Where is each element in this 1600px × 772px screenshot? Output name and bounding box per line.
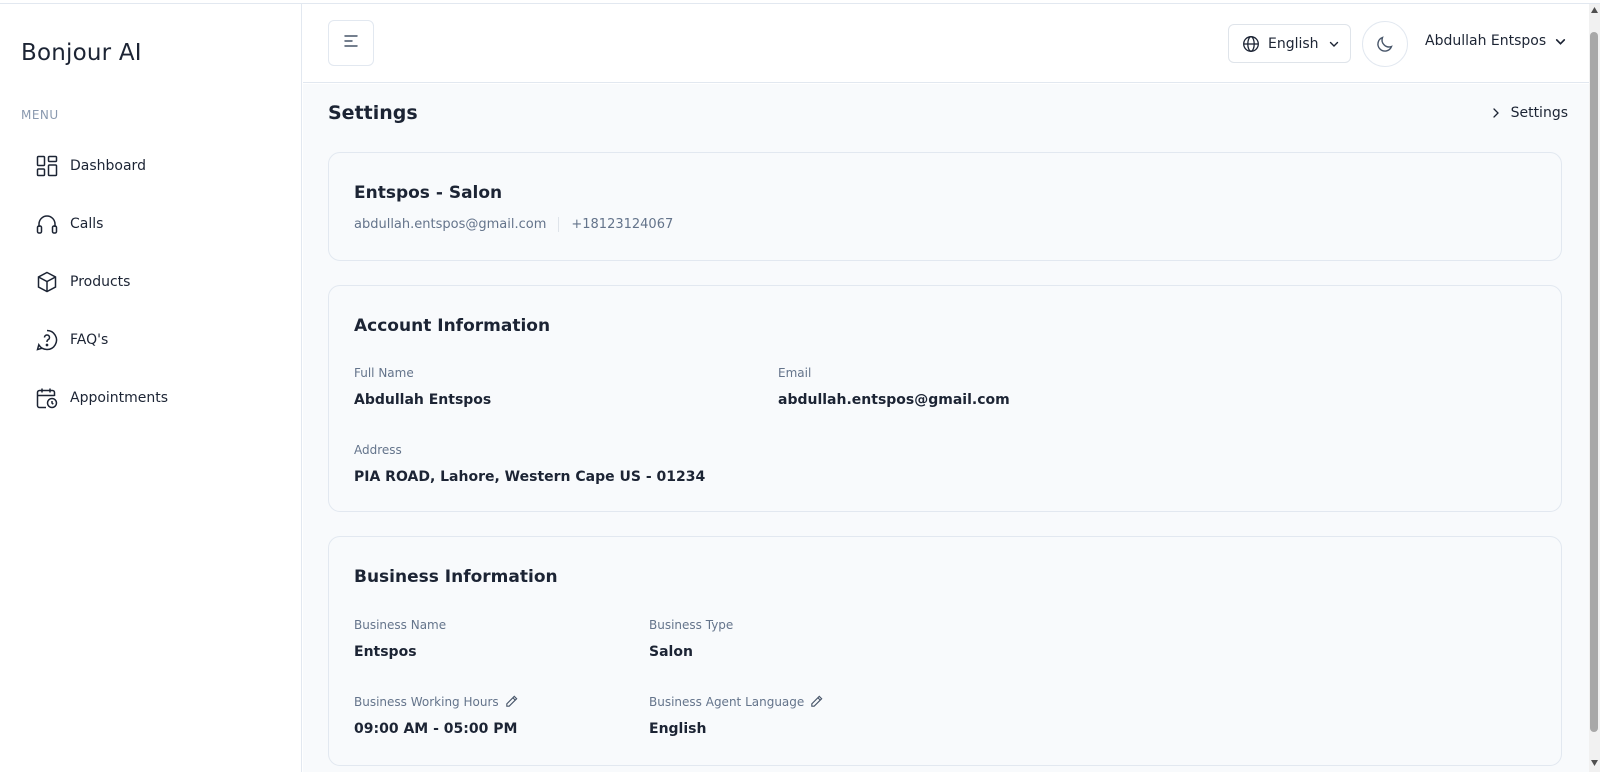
full-name-value: Abdullah Entspos bbox=[354, 392, 492, 408]
working-hours-label-row: Business Working Hours bbox=[354, 694, 519, 709]
edit-working-hours-button[interactable] bbox=[504, 694, 519, 709]
agent-language-label-row: Business Agent Language bbox=[649, 694, 824, 709]
address-label: Address bbox=[354, 443, 402, 457]
sidebar-nav: Dashboard Calls Products FAQ's Appointme… bbox=[21, 137, 291, 427]
dashboard-grid-icon bbox=[34, 153, 60, 179]
page-scrollbar[interactable] bbox=[1589, 4, 1600, 772]
address-value: PIA ROAD, Lahore, Western Cape US - 0123… bbox=[354, 469, 706, 485]
breadcrumb: Settings bbox=[1491, 105, 1568, 121]
business-profile-title: Entspos - Salon bbox=[354, 183, 503, 203]
brand-logo[interactable]: Bonjour AI bbox=[21, 40, 142, 66]
question-circle-icon bbox=[34, 327, 60, 353]
sidebar: Bonjour AI MENU Dashboard Calls Products… bbox=[0, 4, 302, 772]
sidebar-item-products[interactable]: Products bbox=[21, 253, 291, 311]
page-title: Settings bbox=[328, 102, 418, 124]
profile-contact: abdullah.entspos@gmail.com +18123124067 bbox=[354, 217, 673, 232]
menu-label: MENU bbox=[21, 108, 59, 122]
chevron-down-icon bbox=[1328, 38, 1340, 50]
address-field: Address PIA ROAD, Lahore, Western Cape U… bbox=[354, 443, 705, 485]
working-hours-value: 09:00 AM - 05:00 PM bbox=[354, 721, 518, 737]
scroll-down-arrow-icon[interactable] bbox=[1589, 759, 1600, 769]
edit-agent-language-button[interactable] bbox=[809, 694, 824, 709]
app-window: Bonjour AI MENU Dashboard Calls Products… bbox=[0, 3, 1600, 772]
profile-phone: +18123124067 bbox=[571, 217, 674, 232]
moon-icon bbox=[1375, 34, 1395, 54]
scroll-up-arrow-icon[interactable] bbox=[1589, 6, 1600, 16]
profile-email: abdullah.entspos@gmail.com bbox=[354, 217, 547, 232]
globe-icon bbox=[1242, 35, 1260, 53]
sidebar-item-dashboard[interactable]: Dashboard bbox=[21, 137, 291, 195]
business-information-heading: Business Information bbox=[354, 567, 558, 587]
headset-icon bbox=[34, 211, 60, 237]
email-label: Email bbox=[778, 366, 812, 380]
breadcrumb-current[interactable]: Settings bbox=[1511, 105, 1568, 121]
user-menu[interactable]: Abdullah Entspos bbox=[1425, 33, 1567, 49]
sidebar-item-calls[interactable]: Calls bbox=[21, 195, 291, 253]
chevron-right-icon bbox=[1491, 107, 1501, 119]
user-name: Abdullah Entspos bbox=[1425, 33, 1547, 49]
business-type-field: Business Type Salon bbox=[649, 618, 733, 660]
business-name-label: Business Name bbox=[354, 618, 447, 632]
business-name-value: Entspos bbox=[354, 644, 417, 660]
sidebar-item-label: FAQ's bbox=[70, 332, 109, 348]
dark-mode-toggle[interactable] bbox=[1362, 21, 1408, 67]
box-icon bbox=[34, 269, 60, 295]
profile-card: Entspos - Salon abdullah.entspos@gmail.c… bbox=[328, 152, 1562, 261]
scrollbar-thumb[interactable] bbox=[1590, 32, 1598, 732]
top-header: English Abdullah Entspos bbox=[303, 4, 1589, 83]
main-content: Settings Settings Entspos - Salon abdull… bbox=[303, 84, 1589, 772]
chevron-down-icon bbox=[1554, 35, 1567, 48]
business-name-field: Business Name Entspos bbox=[354, 618, 446, 660]
sidebar-item-faqs[interactable]: FAQ's bbox=[21, 311, 291, 369]
email-value: abdullah.entspos@gmail.com bbox=[778, 392, 1010, 408]
business-type-label: Business Type bbox=[649, 618, 734, 632]
full-name-field: Full Name Abdullah Entspos bbox=[354, 366, 491, 408]
language-select[interactable]: English bbox=[1228, 24, 1351, 63]
agent-language-label: Business Agent Language bbox=[649, 694, 805, 709]
sidebar-item-label: Dashboard bbox=[70, 158, 146, 174]
sidebar-item-label: Products bbox=[70, 274, 131, 290]
divider bbox=[558, 217, 560, 232]
sidebar-item-label: Calls bbox=[70, 216, 104, 232]
language-select-value: English bbox=[1268, 35, 1319, 52]
working-hours-label: Business Working Hours bbox=[354, 694, 499, 709]
calendar-clock-icon bbox=[34, 385, 60, 411]
agent-language-field: Business Agent Language English bbox=[649, 694, 824, 737]
pencil-icon bbox=[811, 695, 823, 707]
account-information-heading: Account Information bbox=[354, 316, 551, 336]
business-information-card: Business Information Business Name Entsp… bbox=[328, 536, 1562, 766]
agent-language-value: English bbox=[649, 721, 707, 737]
hamburger-menu-icon bbox=[342, 32, 360, 54]
account-information-card: Account Information Full Name Abdullah E… bbox=[328, 285, 1562, 512]
sidebar-item-label: Appointments bbox=[70, 390, 169, 406]
email-field: Email abdullah.entspos@gmail.com bbox=[778, 366, 1010, 408]
sidebar-item-appointments[interactable]: Appointments bbox=[21, 369, 291, 427]
full-name-label: Full Name bbox=[354, 366, 414, 380]
sidebar-toggle-button[interactable] bbox=[328, 20, 374, 66]
pencil-icon bbox=[505, 695, 518, 707]
business-type-value: Salon bbox=[649, 644, 693, 660]
working-hours-field: Business Working Hours 09:00 AM - 05:00 … bbox=[354, 694, 519, 738]
